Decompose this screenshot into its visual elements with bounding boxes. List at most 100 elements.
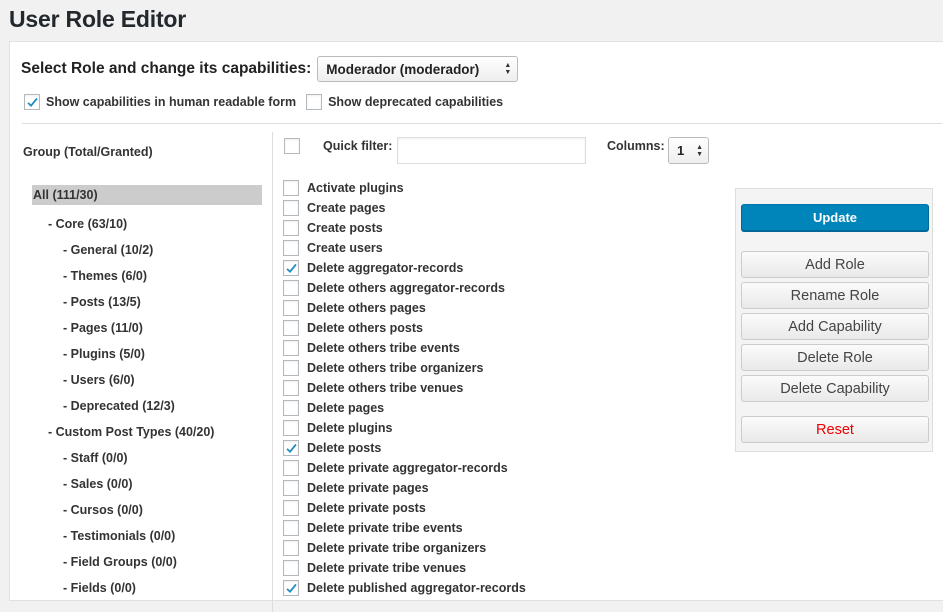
capability-item: Delete others aggregator-records [283, 278, 526, 298]
capability-item: Delete private tribe organizers [283, 538, 526, 558]
capability-item: Create pages [283, 198, 526, 218]
checkmark-icon [26, 97, 38, 107]
group-item[interactable]: - Sales (0/0) [32, 471, 264, 497]
group-item[interactable]: - Testimonials (0/0) [32, 523, 264, 549]
capability-item: Delete plugins [283, 418, 526, 438]
capability-label: Delete published aggregator-records [307, 581, 526, 595]
columns-select[interactable]: 1 ▲ ▼ [668, 137, 709, 164]
capability-checkbox[interactable] [283, 340, 299, 356]
capability-label: Activate plugins [307, 181, 404, 195]
capability-label: Delete others aggregator-records [307, 281, 505, 295]
capability-checkbox[interactable] [283, 520, 299, 536]
quick-filter-input[interactable] [397, 137, 586, 164]
page-title: User Role Editor [9, 6, 187, 32]
capability-checkbox[interactable] [283, 240, 299, 256]
capability-checkbox[interactable] [283, 180, 299, 196]
group-item[interactable]: - Deprecated (12/3) [32, 393, 264, 419]
column-divider [272, 132, 273, 612]
capability-checkbox[interactable] [283, 500, 299, 516]
group-item[interactable]: - Staff (0/0) [32, 445, 264, 471]
group-item[interactable]: - Plugins (5/0) [32, 341, 264, 367]
capability-label: Create pages [307, 201, 386, 215]
display-options: Show capabilities in human readable form… [24, 94, 503, 110]
capability-label: Delete private tribe venues [307, 561, 467, 575]
checkmark-icon [285, 443, 297, 453]
capability-item: Delete posts [283, 438, 526, 458]
group-list: All (111/30) - Core (63/10) - General (10/… [32, 185, 264, 601]
capability-checkbox[interactable] [283, 200, 299, 216]
capability-label: Delete private tribe organizers [307, 541, 487, 555]
capability-checkbox[interactable] [283, 220, 299, 236]
capability-label: Delete private aggregator-records [307, 461, 508, 475]
role-select[interactable]: Moderador (moderador) ▲ ▼ [317, 56, 519, 82]
capability-checkbox[interactable] [283, 260, 299, 276]
group-item[interactable]: - Fields (0/0) [32, 575, 264, 601]
capability-label: Delete plugins [307, 421, 393, 435]
group-item[interactable]: - Pages (11/0) [32, 315, 264, 341]
delete-role-button[interactable]: Delete Role [741, 344, 929, 371]
role-select-label: Select Role and change its capabilities: [21, 60, 312, 77]
capability-label: Delete others posts [307, 321, 424, 335]
actions-box: Update Add Role Rename Role Add Capabili… [735, 188, 933, 452]
checkmark-icon [285, 583, 297, 593]
role-select-value: Moderador (moderador) [326, 61, 480, 77]
capability-label: Delete others tribe organizers [307, 361, 484, 375]
reset-button[interactable]: Reset [741, 416, 929, 443]
capability-item: Create posts [283, 218, 526, 238]
capability-checkbox[interactable] [283, 400, 299, 416]
capability-item: Delete others tribe organizers [283, 358, 526, 378]
capability-label: Create posts [307, 221, 383, 235]
capability-label: Delete others tribe events [307, 341, 460, 355]
add-capability-button[interactable]: Add Capability [741, 313, 929, 340]
select-arrows-icon: ▲ ▼ [504, 62, 512, 76]
capability-item: Delete others tribe venues [283, 378, 526, 398]
capability-checkbox[interactable] [283, 420, 299, 436]
capability-item: Delete private pages [283, 478, 526, 498]
group-item[interactable]: - Themes (6/0) [32, 263, 264, 289]
columns-value: 1 [677, 143, 685, 158]
capability-checkbox[interactable] [283, 280, 299, 296]
human-readable-checkbox[interactable] [24, 94, 40, 110]
group-item[interactable]: - Posts (13/5) [32, 289, 264, 315]
deprecated-checkbox[interactable] [306, 94, 323, 110]
divider [22, 123, 942, 124]
capability-checkbox[interactable] [283, 320, 299, 336]
update-button[interactable]: Update [741, 204, 929, 231]
capability-checkbox[interactable] [283, 440, 299, 456]
capability-item: Delete private tribe venues [283, 558, 526, 578]
group-header: Group (Total/Granted) [23, 145, 153, 159]
capability-label: Delete private tribe events [307, 521, 463, 535]
capability-checkbox[interactable] [283, 380, 299, 396]
capability-label: Delete posts [307, 441, 382, 455]
capability-checkbox[interactable] [283, 300, 299, 316]
group-item[interactable]: - General (10/2) [32, 237, 264, 263]
capability-checkbox[interactable] [283, 460, 299, 476]
editor-panel: Select Role and change its capabilities:… [9, 41, 943, 612]
capability-checkbox[interactable] [283, 580, 299, 596]
capability-item: Activate plugins [283, 178, 526, 198]
group-item[interactable]: - Custom Post Types (40/20) [32, 419, 264, 445]
capability-checkbox[interactable] [283, 480, 299, 496]
group-item[interactable]: - Core (63/10) [32, 211, 264, 237]
rename-role-button[interactable]: Rename Role [741, 282, 929, 309]
select-arrows-icon: ▲ ▼ [696, 143, 703, 158]
capability-checkbox[interactable] [283, 360, 299, 376]
capability-checkbox[interactable] [283, 540, 299, 556]
capability-item: Delete private aggregator-records [283, 458, 526, 478]
capability-checkbox[interactable] [283, 560, 299, 576]
capability-item: Delete private posts [283, 498, 526, 518]
group-item[interactable]: - Users (6/0) [32, 367, 264, 393]
capability-item: Delete others pages [283, 298, 526, 318]
group-item[interactable]: All (111/30) [32, 185, 262, 205]
add-role-button[interactable]: Add Role [741, 251, 929, 278]
group-item[interactable]: - Cursos (0/0) [32, 497, 264, 523]
capability-label: Delete others pages [307, 301, 426, 315]
group-item[interactable]: - Field Groups (0/0) [32, 549, 264, 575]
delete-capability-button[interactable]: Delete Capability [741, 375, 929, 402]
select-all-checkbox[interactable] [284, 138, 300, 154]
capability-list: Activate plugins Create pages Create posts… [283, 178, 526, 598]
capability-item: Delete published aggregator-records [283, 578, 526, 598]
capability-item: Delete aggregator-records [283, 258, 526, 278]
deprecated-label: Show deprecated capabilities [328, 95, 504, 109]
capability-label: Create users [307, 241, 383, 255]
